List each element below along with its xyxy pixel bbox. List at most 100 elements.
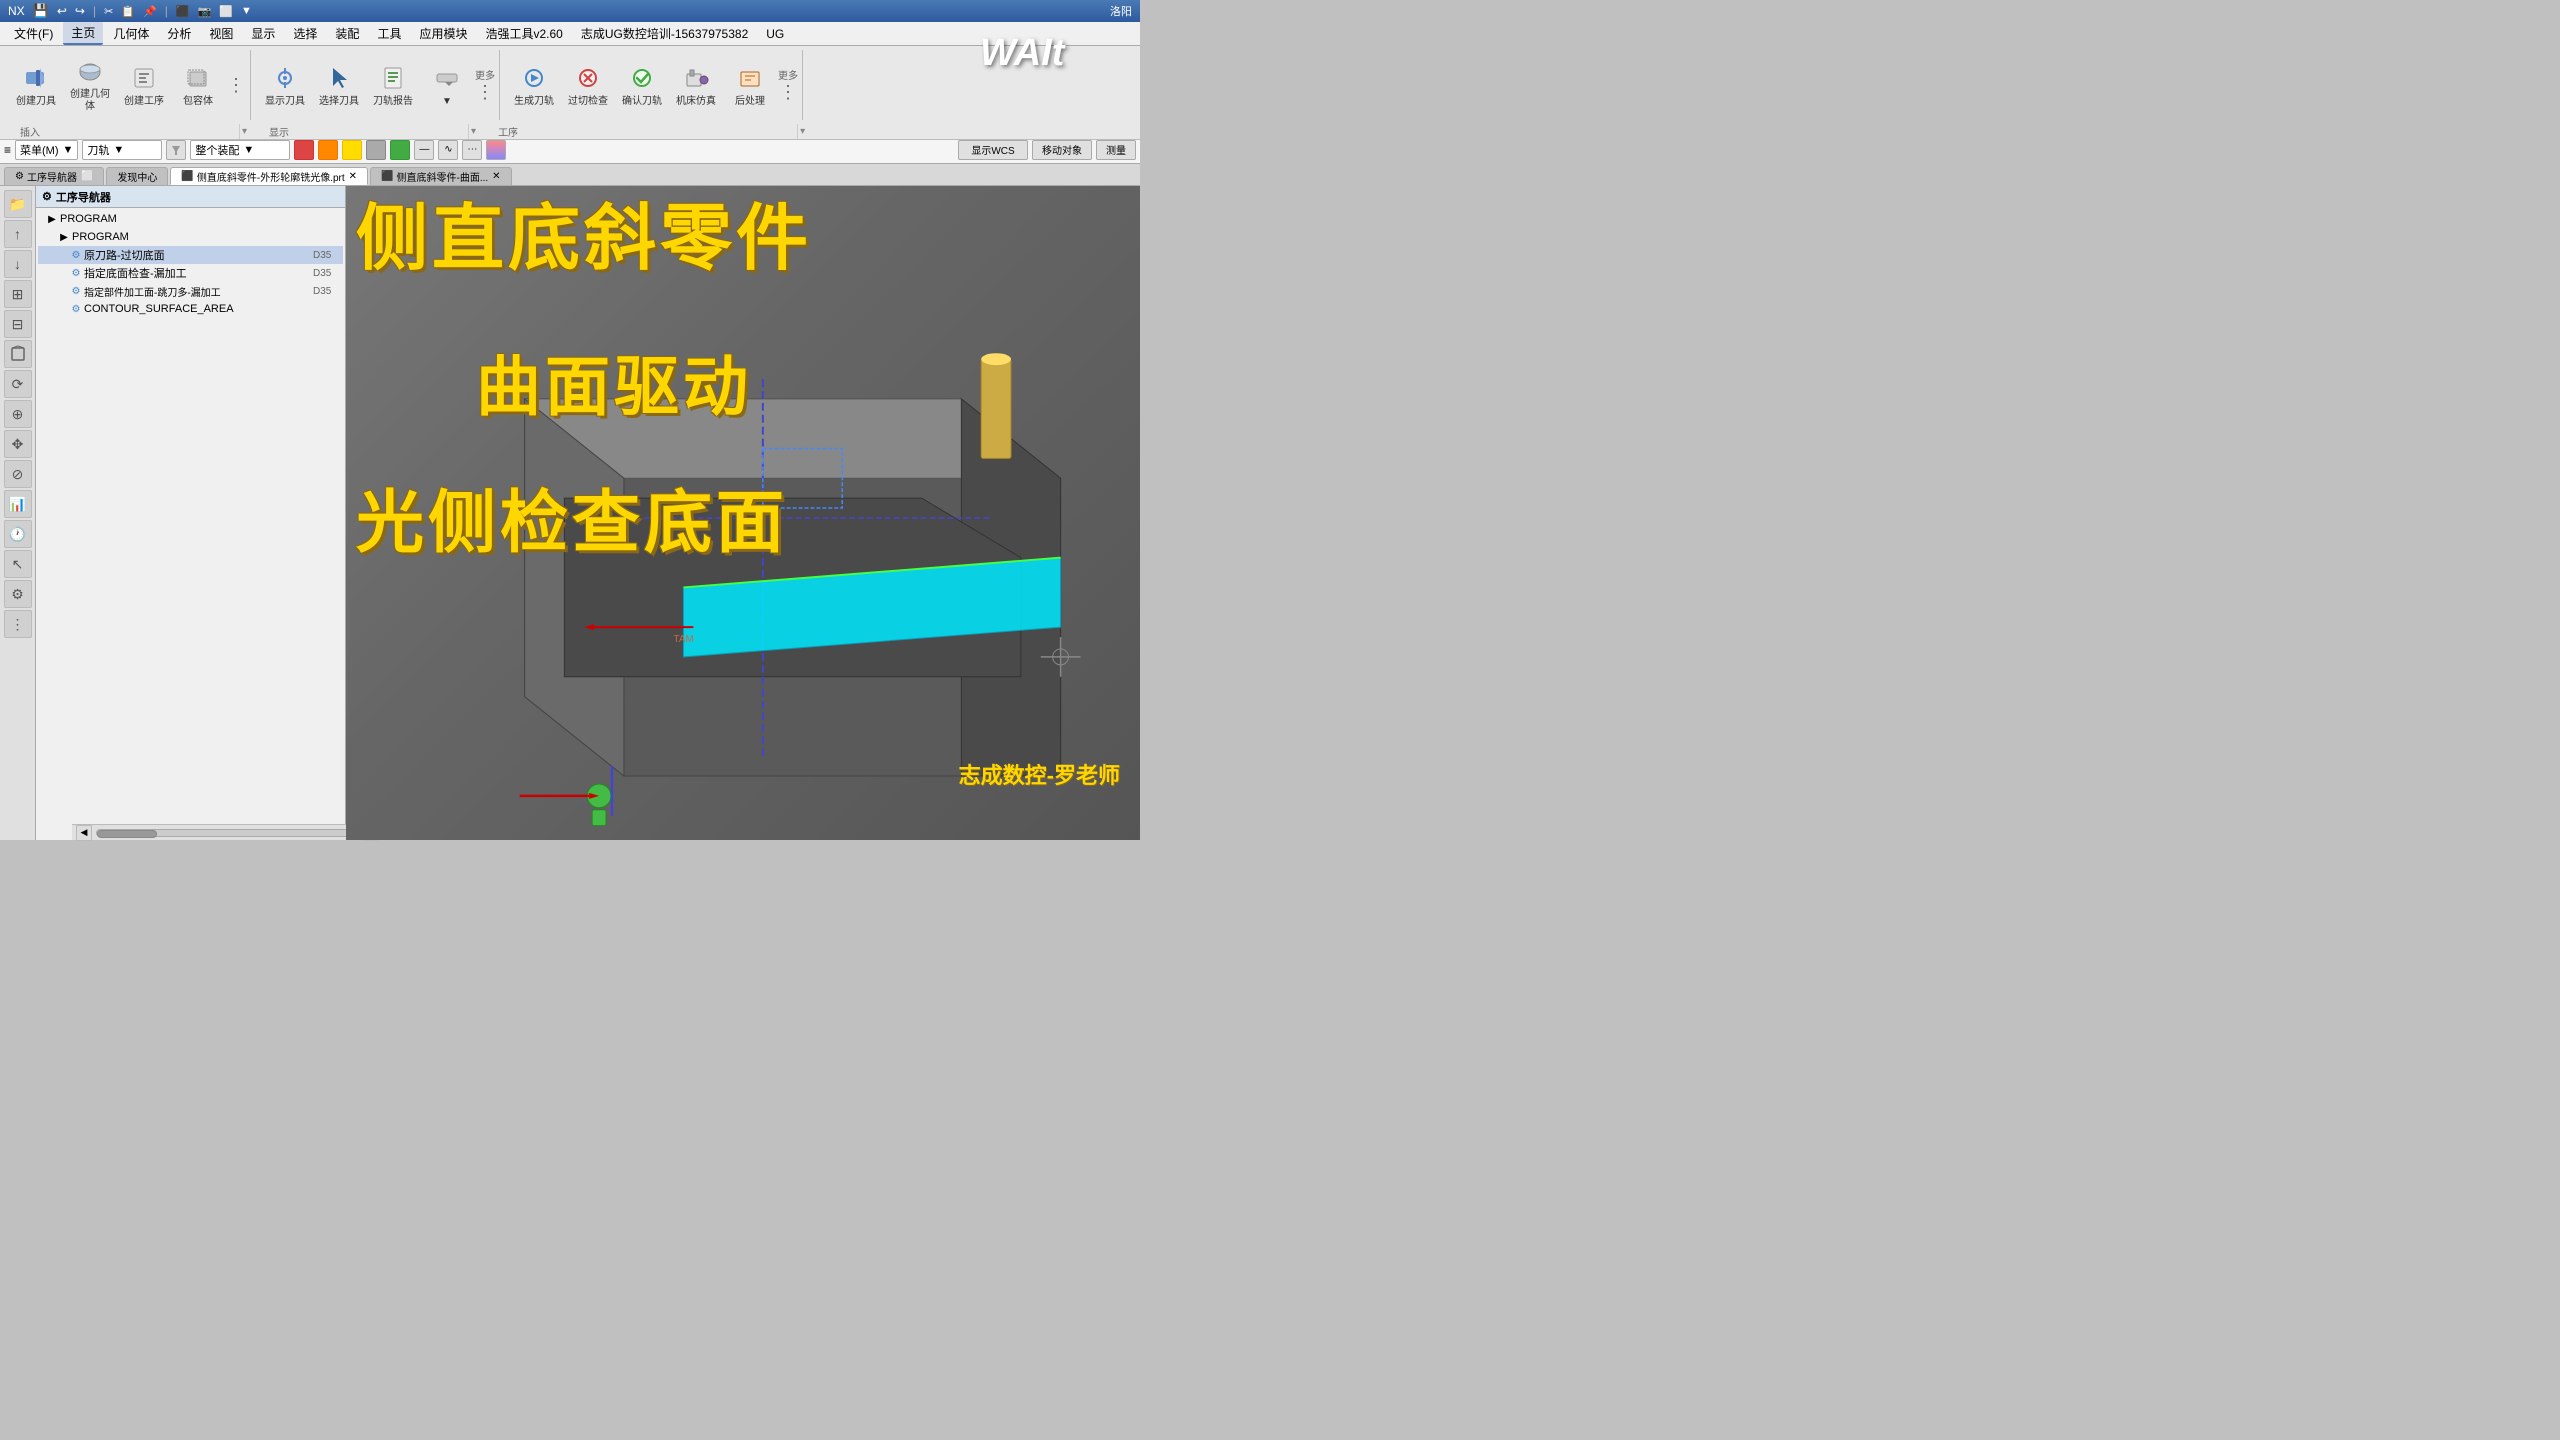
measure-btn[interactable]: 测量: [1096, 140, 1136, 160]
toolbar-row1: 创建刀具 创建几何体: [0, 46, 1140, 124]
menu-dropdown[interactable]: 菜单(M) ▼: [15, 140, 78, 160]
zoom-fit-icon[interactable]: ⊕: [4, 400, 32, 428]
tree-op-icon-overcut: ⚙: [68, 250, 84, 261]
resource-icon[interactable]: 📁: [4, 190, 32, 218]
tree-item-program1[interactable]: ▶ PROGRAM: [38, 228, 343, 246]
camera-icon[interactable]: 📷: [198, 5, 212, 18]
tree-item-program0[interactable]: ▶ PROGRAM: [38, 210, 343, 228]
menu-geom[interactable]: 几何体: [105, 23, 157, 44]
menu-tools[interactable]: 工具: [369, 23, 409, 44]
gray-circle-btn[interactable]: [366, 140, 386, 160]
move-obj-btn[interactable]: 移动对象: [1032, 140, 1092, 160]
cut-icon[interactable]: ✂: [104, 5, 113, 18]
create-tool-button[interactable]: 创建刀具: [10, 54, 62, 116]
create-op-button[interactable]: 创建工序: [118, 54, 170, 116]
viewport[interactable]: TAM 侧直底斜零件 曲面驱动 光侧检查底面 志成数控-罗老师: [346, 186, 1140, 840]
dropdown-icon[interactable]: ▼: [241, 5, 252, 17]
tool-dropdown[interactable]: ▼: [421, 54, 473, 116]
redo-icon[interactable]: ↪: [75, 4, 85, 18]
post-proc-button[interactable]: 后处理: [724, 54, 776, 116]
tab-discovery[interactable]: 发现中心: [106, 167, 168, 185]
rotate-icon[interactable]: ⟳: [4, 370, 32, 398]
green-circle-btn[interactable]: [390, 140, 410, 160]
insert-more-btn[interactable]: ⋮: [226, 55, 246, 115]
menu-select[interactable]: 选择: [285, 23, 325, 44]
close-tab1-icon[interactable]: ✕: [349, 171, 357, 182]
gen-tool-button[interactable]: 生成刀轨: [508, 54, 560, 116]
more3-icon[interactable]: ⋮: [4, 610, 32, 638]
menu-assembly[interactable]: 装配: [327, 23, 367, 44]
tree-badge-jump: D35: [313, 286, 341, 297]
display-more-btn[interactable]: 更多 ⋮: [475, 55, 495, 115]
menu-appmod[interactable]: 应用模块: [411, 23, 475, 44]
nav-scrollbar[interactable]: ◀ ▶: [72, 824, 382, 840]
container-button[interactable]: 包容体: [172, 54, 224, 116]
parts-icon[interactable]: ⊞: [4, 280, 32, 308]
menu-analysis[interactable]: 分析: [159, 23, 199, 44]
gear-icon: ⚙: [15, 171, 24, 182]
menu-file[interactable]: 文件(F): [6, 23, 61, 44]
tree-badge-floor: D35: [313, 268, 341, 279]
roles-icon[interactable]: ↓: [4, 250, 32, 278]
tree-item-floor[interactable]: ⚙ 指定底面检查-漏加工 D35: [38, 264, 343, 282]
analyze-icon[interactable]: 📊: [4, 490, 32, 518]
scroll-left-btn[interactable]: ◀: [76, 825, 92, 841]
menu-haoqiang[interactable]: 浩强工具v2.60: [477, 23, 570, 44]
solid-icon: [74, 57, 106, 87]
line-tool-btn[interactable]: —: [414, 140, 434, 160]
show-tool-button[interactable]: 显示刀具: [259, 54, 311, 116]
tab-navigator[interactable]: ⚙ 工序导航器 ⬜: [4, 167, 104, 185]
scroll-thumb[interactable]: [97, 830, 157, 838]
scroll-track[interactable]: [96, 829, 358, 837]
wcs-btn[interactable]: 显示WCS: [958, 140, 1028, 160]
left-sidebar: 📁 ↑ ↓ ⊞ ⊟ ⟳ ⊕ ✥ ⊘ 📊 🕐 ↖ ⚙ ⋮: [0, 186, 36, 840]
create-geom-button[interactable]: 创建几何体: [64, 54, 116, 116]
history-icon[interactable]: ↑: [4, 220, 32, 248]
orange-circle-btn[interactable]: [318, 140, 338, 160]
record-icon[interactable]: ⬛: [176, 5, 190, 18]
menu-zhicheng[interactable]: 志成UG数控培训-15637975382: [573, 23, 756, 44]
close-tab2-icon[interactable]: ✕: [492, 171, 500, 182]
window-icon[interactable]: ⬜: [219, 5, 233, 18]
toolpath-dropdown[interactable]: 刀轨 ▼: [82, 140, 162, 160]
menu-view[interactable]: 视图: [201, 23, 241, 44]
title-right: 洛阳: [1110, 3, 1132, 19]
model-icon[interactable]: [4, 340, 32, 368]
assembly-dropdown[interactable]: 整个装配 ▼: [190, 140, 290, 160]
copy-icon[interactable]: 📋: [121, 5, 135, 18]
tree-item-contour[interactable]: ⚙ CONTOUR_SURFACE_AREA: [38, 300, 343, 318]
pan-icon[interactable]: ✥: [4, 430, 32, 458]
nc-report-button[interactable]: 刀轨报告: [367, 54, 419, 116]
menu-display[interactable]: 显示: [243, 23, 283, 44]
color-tool-btn[interactable]: [486, 140, 506, 160]
tree-item-overcut[interactable]: ⚙ 原刀路-过切底面 D35: [38, 246, 343, 264]
menu-home[interactable]: 主页: [63, 22, 103, 45]
dash-tool-btn[interactable]: ⋯: [462, 140, 482, 160]
tree-op-icon-jump: ⚙: [68, 286, 84, 297]
machine-sim-button[interactable]: 机床仿真: [670, 54, 722, 116]
watermark: 志成数控-罗老师: [959, 758, 1120, 790]
red-circle-btn[interactable]: [294, 140, 314, 160]
tab-part1-label: 侧直底斜零件-外形轮廓铣光像.prt: [197, 169, 345, 184]
paste-icon[interactable]: 📌: [143, 5, 157, 18]
section-icon[interactable]: ⊘: [4, 460, 32, 488]
op-more-btn[interactable]: 更多 ⋮: [778, 55, 798, 115]
filter-btn[interactable]: [166, 140, 186, 160]
toolbar-group-labels: 插入 ▾ 显示 ▾ 工序 ▾: [0, 124, 1140, 140]
tree-item-jumptool[interactable]: ⚙ 指定部件加工面-跳刀多-漏加工 D35: [38, 282, 343, 300]
yellow-circle-btn[interactable]: [342, 140, 362, 160]
pointer-icon[interactable]: ↖: [4, 550, 32, 578]
save-icon[interactable]: 💾: [33, 3, 49, 19]
tab-part1[interactable]: ⬛ 侧直底斜零件-外形轮廓铣光像.prt ✕: [170, 167, 368, 185]
over-cut-button[interactable]: 过切检查: [562, 54, 614, 116]
confirm-tool-button[interactable]: 确认刀轨: [616, 54, 668, 116]
constraints-icon[interactable]: ⊟: [4, 310, 32, 338]
tab-part2[interactable]: ⬛ 侧直底斜零件-曲面... ✕: [370, 167, 512, 185]
select-tool-button[interactable]: 选择刀具: [313, 54, 365, 116]
clock-icon[interactable]: 🕐: [4, 520, 32, 548]
curve-tool-btn[interactable]: ∿: [438, 140, 458, 160]
gen-tool-label: 生成刀轨: [514, 96, 554, 108]
menu-ug[interactable]: UG: [758, 25, 792, 43]
undo-icon[interactable]: ↩: [57, 4, 67, 18]
settings-icon[interactable]: ⚙: [4, 580, 32, 608]
